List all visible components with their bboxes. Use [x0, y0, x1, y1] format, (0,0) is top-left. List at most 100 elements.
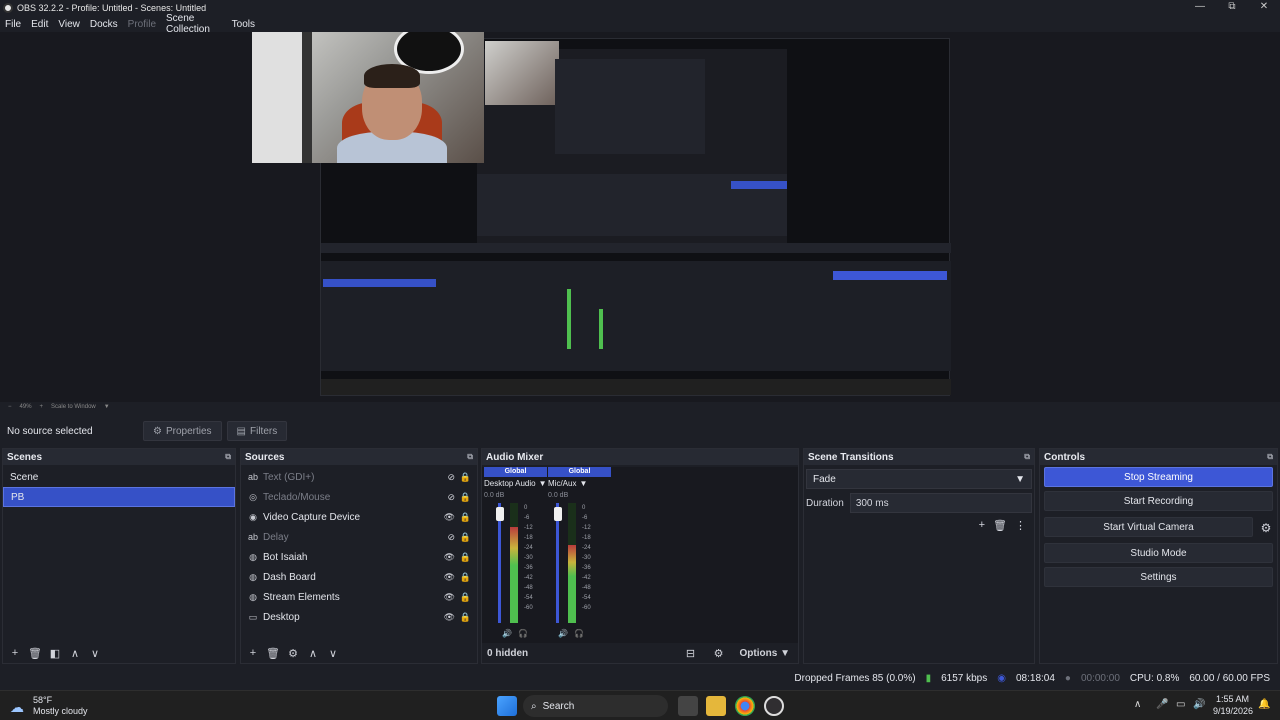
notification-icon[interactable]: 🔔 — [1258, 699, 1270, 710]
transition-select[interactable]: Fade ▼ — [806, 469, 1032, 489]
menu-tools[interactable]: Tools — [227, 19, 260, 30]
lock-icon[interactable]: 🔒 — [460, 472, 471, 483]
more-options-icon[interactable]: ⋮ — [1015, 519, 1026, 532]
eye-icon[interactable]: 👁 — [444, 572, 455, 583]
remove-transition-icon[interactable]: 🗑 — [993, 519, 1007, 532]
virtual-camera-settings-icon[interactable]: ⚙ — [1255, 521, 1277, 535]
lock-icon[interactable]: 🔒 — [460, 512, 471, 523]
maximize-button[interactable]: ⧉ — [1216, 0, 1248, 16]
scale-mode-select[interactable]: Scale to Window — [51, 404, 96, 410]
start-virtual-camera-button[interactable]: Start Virtual Camera — [1044, 517, 1253, 537]
move-up-icon[interactable]: ∧ — [306, 647, 320, 660]
advanced-audio-icon[interactable]: ⚙ — [712, 647, 726, 660]
start-recording-button[interactable]: Start Recording — [1044, 491, 1273, 511]
channel-dropdown-icon[interactable]: ▼ — [579, 479, 587, 488]
text-icon: ab — [247, 472, 258, 482]
sources-title: Sources — [245, 451, 285, 463]
add-source-icon[interactable]: + — [246, 647, 260, 659]
zoom-in-icon[interactable]: + — [40, 404, 44, 410]
microphone-icon[interactable]: 🎤 — [1156, 699, 1168, 710]
clock-date[interactable]: 9/19/2026 — [1213, 706, 1253, 716]
layout-icon[interactable]: ⊟ — [684, 647, 698, 660]
lock-icon[interactable]: 🔒 — [460, 532, 471, 543]
filters-button[interactable]: ▤ Filters — [226, 421, 288, 441]
channel-name[interactable]: Mic/Aux — [548, 479, 576, 488]
eye-icon[interactable]: 👁 — [444, 612, 455, 623]
add-scene-icon[interactable]: + — [8, 647, 22, 659]
undock-icon[interactable]: ⧉ — [1267, 452, 1273, 462]
source-item[interactable]: ab Text (GDI+) ⊘ 🔒 — [241, 467, 477, 487]
studio-mode-button[interactable]: Studio Mode — [1044, 543, 1273, 563]
move-down-icon[interactable]: ∨ — [326, 647, 340, 660]
undock-icon[interactable]: ⧉ — [225, 452, 231, 462]
volume-fader[interactable] — [556, 503, 559, 623]
fader-knob[interactable] — [496, 507, 504, 521]
eye-icon[interactable]: 👁 — [444, 552, 455, 563]
lock-icon[interactable]: 🔒 — [460, 592, 471, 603]
stop-streaming-button[interactable]: Stop Streaming — [1044, 467, 1273, 487]
hidden-eye-icon[interactable]: ⊘ — [447, 492, 455, 503]
menu-view[interactable]: View — [53, 19, 85, 30]
hidden-eye-icon[interactable]: ⊘ — [447, 472, 455, 483]
weather-temp: 58°F — [33, 695, 53, 705]
settings-button[interactable]: Settings — [1044, 567, 1273, 587]
db-tick-label: -30 — [524, 555, 533, 561]
source-item[interactable]: ◍ Bot Isaiah 👁 🔒 — [241, 547, 477, 567]
source-item[interactable]: ab Delay ⊘ 🔒 — [241, 527, 477, 547]
hidden-eye-icon[interactable]: ⊘ — [447, 532, 455, 543]
scene-item-scene[interactable]: Scene — [3, 467, 235, 487]
lock-icon[interactable]: 🔒 — [460, 612, 471, 623]
undock-icon[interactable]: ⧉ — [467, 452, 473, 462]
source-properties-icon[interactable]: ⚙ — [286, 647, 300, 660]
network-icon[interactable]: ▭ — [1176, 699, 1185, 710]
remove-source-icon[interactable]: 🗑 — [266, 647, 280, 660]
undock-icon[interactable]: ⧉ — [1024, 452, 1030, 462]
mute-icon[interactable]: 🔊 — [502, 629, 512, 638]
file-explorer-icon[interactable] — [706, 696, 726, 716]
clock-time[interactable]: 1:55 AM — [1216, 694, 1249, 704]
source-item[interactable]: ◎ Teclado/Mouse ⊘ 🔒 — [241, 487, 477, 507]
fader-knob[interactable] — [554, 507, 562, 521]
audio-mixer-dock: Audio Mixer Global Desktop Audio ▼ 0.0 d… — [481, 448, 799, 664]
lock-icon[interactable]: 🔒 — [460, 492, 471, 503]
move-up-icon[interactable]: ∧ — [68, 647, 82, 660]
zoom-out-icon[interactable]: − — [8, 404, 12, 410]
properties-button[interactable]: ⚙ Properties — [143, 421, 222, 441]
lock-icon[interactable]: 🔒 — [460, 572, 471, 583]
chrome-icon[interactable] — [735, 696, 755, 716]
menu-file[interactable]: File — [0, 19, 26, 30]
menu-profile[interactable]: Profile — [123, 19, 161, 30]
channel-dropdown-icon[interactable]: ▼ — [539, 479, 547, 488]
volume-icon[interactable]: 🔊 — [1193, 699, 1205, 710]
tray-chevron-icon[interactable]: ∧ — [1134, 699, 1141, 710]
source-item[interactable]: ◍ Dash Board 👁 🔒 — [241, 567, 477, 587]
eye-icon[interactable]: 👁 — [444, 512, 455, 523]
windows-start-icon[interactable] — [497, 696, 517, 716]
source-item[interactable]: ◉ Video Capture Device 👁 🔒 — [241, 507, 477, 527]
headphones-icon[interactable]: 🎧 — [518, 629, 528, 638]
remove-scene-icon[interactable]: 🗑 — [28, 647, 42, 660]
minimize-button[interactable]: — — [1184, 0, 1216, 16]
preview-canvas[interactable] — [0, 32, 1280, 402]
duration-input[interactable]: 300 ms — [849, 493, 1032, 513]
move-down-icon[interactable]: ∨ — [88, 647, 102, 660]
headphones-icon[interactable]: 🎧 — [574, 629, 584, 638]
eye-icon[interactable]: 👁 — [444, 592, 455, 603]
menu-edit[interactable]: Edit — [26, 19, 53, 30]
add-transition-icon[interactable]: + — [979, 519, 985, 532]
lock-icon[interactable]: 🔒 — [460, 552, 471, 563]
mute-icon[interactable]: 🔊 — [558, 629, 568, 638]
scene-item-pb[interactable]: PB — [3, 487, 235, 507]
source-item[interactable]: ▭ Desktop 👁 🔒 — [241, 607, 477, 627]
obs-taskbar-icon[interactable] — [764, 696, 784, 716]
menu-docks[interactable]: Docks — [85, 19, 123, 30]
close-button[interactable]: ✕ — [1248, 0, 1280, 16]
taskbar-search[interactable]: ⌕ Search — [523, 695, 668, 717]
task-view-icon[interactable] — [678, 696, 698, 716]
scale-dropdown-icon[interactable]: ▼ — [104, 404, 110, 410]
scene-filters-icon[interactable]: ◧ — [48, 647, 62, 660]
mixer-options-button[interactable]: Options ▼ — [740, 648, 790, 659]
source-item[interactable]: ◍ Stream Elements 👁 🔒 — [241, 587, 477, 607]
channel-name[interactable]: Desktop Audio — [484, 479, 536, 488]
volume-fader[interactable] — [498, 503, 501, 623]
